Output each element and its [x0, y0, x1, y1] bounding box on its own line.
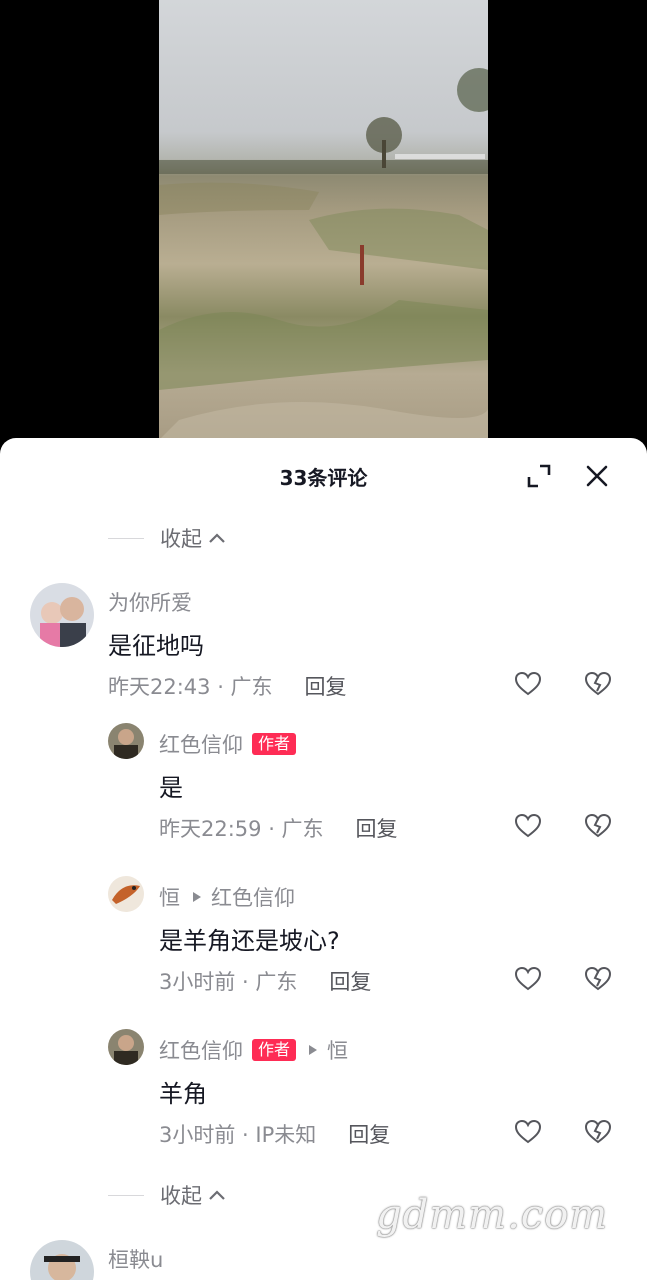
- sheet-header: 33条评论: [0, 438, 647, 514]
- comment-time: 昨天22:59 · 广东: [159, 817, 324, 841]
- avatar[interactable]: [30, 583, 94, 647]
- reply-arrow-icon: [193, 892, 201, 902]
- heart-icon[interactable]: [514, 670, 542, 698]
- avatar[interactable]: [108, 1029, 144, 1065]
- reply-button[interactable]: 回复: [329, 966, 371, 996]
- comment-time: 3小时前 · IP未知: [159, 1123, 317, 1147]
- comment-text: 是羊角还是坡心?: [159, 927, 340, 955]
- comment-time: 3小时前 · 广东: [159, 970, 298, 994]
- comment-text: 是: [159, 774, 183, 802]
- avatar[interactable]: [108, 723, 144, 759]
- author-badge: 作者: [252, 733, 297, 755]
- collapse-label: 收起: [160, 1184, 202, 1208]
- chevron-up-icon: [209, 533, 225, 543]
- close-icon[interactable]: [583, 462, 611, 490]
- username[interactable]: 红色信仰: [159, 1035, 243, 1065]
- avatar[interactable]: [30, 1240, 94, 1280]
- divider-line: [108, 537, 144, 539]
- comment-sheet: 33条评论 收起 为你所爱 是征地吗 昨天22:43 · 广东 回复 红色信仰 …: [0, 438, 647, 1280]
- broken-heart-icon[interactable]: [584, 965, 612, 993]
- watermark-text: gdmm.com: [376, 1192, 609, 1238]
- comment-username[interactable]: 红色信仰 作者 恒: [159, 1035, 348, 1065]
- comment-time: 昨天22:43 · 广东: [108, 675, 273, 699]
- comment-meta: 3小时前 · IP未知 回复: [159, 1119, 390, 1149]
- comment-meta: 3小时前 · 广东 回复: [159, 966, 371, 996]
- comment-username[interactable]: 桓鞅u: [108, 1244, 163, 1274]
- reply-button[interactable]: 回复: [348, 1119, 390, 1149]
- video-frame: [159, 0, 488, 440]
- username[interactable]: 恒: [159, 882, 180, 912]
- broken-heart-icon[interactable]: [584, 812, 612, 840]
- username[interactable]: 红色信仰: [159, 729, 243, 759]
- collapse-label: 收起: [160, 527, 202, 551]
- comment-meta: 昨天22:43 · 广东 回复: [108, 671, 347, 701]
- username[interactable]: 为你所爱: [108, 587, 192, 617]
- username[interactable]: 桓鞅u: [108, 1244, 163, 1274]
- broken-heart-icon[interactable]: [584, 670, 612, 698]
- heart-icon[interactable]: [514, 812, 542, 840]
- reply-button[interactable]: 回复: [356, 813, 398, 843]
- reply-button[interactable]: 回复: [305, 671, 347, 701]
- video-player[interactable]: [0, 0, 647, 440]
- reply-to-username[interactable]: 红色信仰: [211, 882, 295, 912]
- collapse-replies-button[interactable]: 收起: [108, 523, 226, 553]
- comment-text: 是征地吗: [108, 632, 204, 660]
- broken-heart-icon[interactable]: [584, 1118, 612, 1146]
- expand-icon[interactable]: [525, 462, 553, 490]
- heart-icon[interactable]: [514, 965, 542, 993]
- reply-to-username[interactable]: 恒: [327, 1035, 348, 1065]
- collapse-replies-button[interactable]: 收起: [108, 1180, 226, 1210]
- field-scene-image: [159, 68, 488, 440]
- comment-username[interactable]: 为你所爱: [108, 587, 192, 617]
- reply-arrow-icon: [309, 1045, 318, 1055]
- chevron-up-icon: [209, 1190, 225, 1200]
- divider-line: [108, 1194, 144, 1196]
- comment-username[interactable]: 恒 红色信仰: [159, 882, 295, 912]
- author-badge: 作者: [252, 1039, 297, 1061]
- comment-username[interactable]: 红色信仰 作者: [159, 729, 297, 759]
- comment-text: 羊角: [159, 1080, 207, 1108]
- heart-icon[interactable]: [514, 1118, 542, 1146]
- avatar[interactable]: [108, 876, 144, 912]
- comment-meta: 昨天22:59 · 广东 回复: [159, 813, 398, 843]
